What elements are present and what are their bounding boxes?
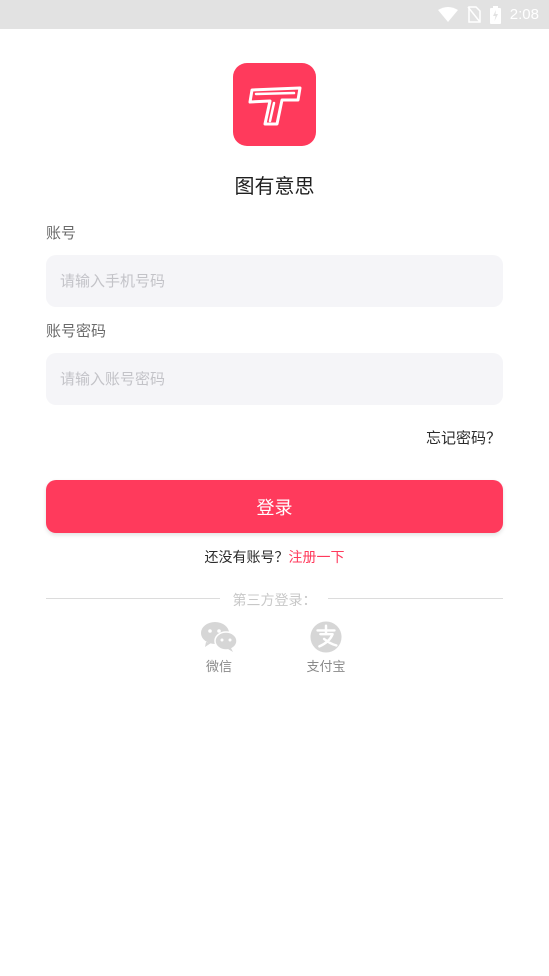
status-bar: 2:08 <box>0 0 549 29</box>
alipay-icon <box>310 621 342 653</box>
third-party-title: 第三方登录： <box>232 593 317 609</box>
wechat-label: 微信 <box>205 660 232 675</box>
app-logo-t-icon <box>248 86 301 125</box>
forgot-password-link[interactable]: 忘记密码？ <box>426 427 501 448</box>
app-name: 图有意思 <box>234 174 315 198</box>
password-input[interactable] <box>58 369 491 389</box>
register-link[interactable]: 注册一下 <box>289 550 345 566</box>
alipay-login-button[interactable]: 支付宝 <box>296 621 356 675</box>
register-row: 还没有账号？注册一下 <box>0 547 549 567</box>
account-input[interactable] <box>58 271 491 291</box>
account-field <box>46 255 503 307</box>
password-label: 账号密码 <box>46 322 107 340</box>
battery-charging-icon <box>489 5 501 24</box>
password-field <box>46 353 503 405</box>
wechat-icon <box>201 622 238 652</box>
wifi-icon <box>437 6 458 23</box>
no-account-text: 还没有账号？ <box>204 550 289 566</box>
no-sim-icon <box>467 6 481 23</box>
account-label: 账号 <box>46 224 77 242</box>
wechat-login-button[interactable]: 微信 <box>189 621 249 675</box>
app-logo <box>233 63 316 146</box>
alipay-label: 支付宝 <box>306 660 346 675</box>
status-time: 2:08 <box>509 6 539 23</box>
login-button[interactable]: 登录 <box>46 480 503 533</box>
